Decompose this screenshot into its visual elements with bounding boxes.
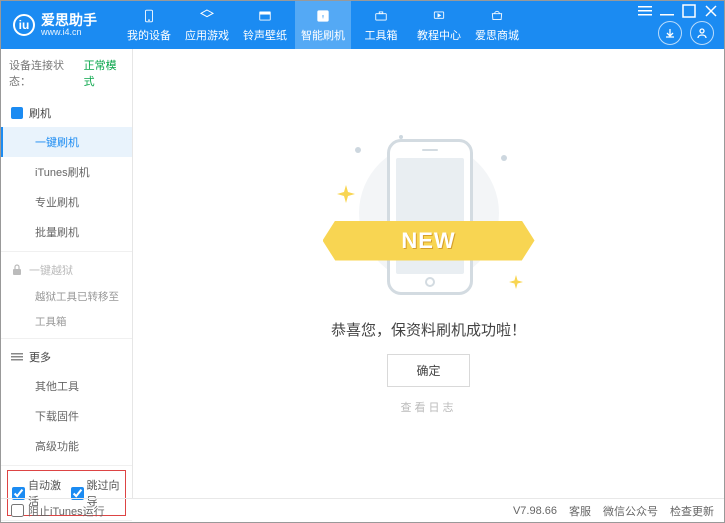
phone-icon	[140, 8, 158, 24]
top-nav: 我的设备 应用游戏 铃声壁纸 智能刷机 工具箱 教程中心	[121, 1, 525, 49]
section-title: 更多	[29, 349, 51, 365]
section-title: 一键越狱	[29, 262, 73, 278]
phone-speaker	[422, 149, 438, 151]
sidebar-item-oneclick[interactable]: 一键刷机	[1, 127, 132, 157]
more-icon	[11, 351, 23, 363]
flash-section-icon	[11, 107, 23, 119]
nav-label: 智能刷机	[301, 27, 345, 43]
nav-label: 应用游戏	[185, 27, 229, 43]
jailbreak-note-line1: 越狱工具已转移至	[1, 284, 132, 309]
lock-icon	[11, 264, 23, 276]
apps-icon	[198, 8, 216, 24]
nav-label: 爱思商城	[475, 27, 519, 43]
app-name: 爱思助手	[41, 13, 97, 27]
logo-icon: iu	[13, 14, 35, 36]
sparkle-icon	[337, 185, 355, 203]
nav-ringtones[interactable]: 铃声壁纸	[237, 1, 293, 49]
store-icon	[488, 8, 506, 24]
nav-label: 铃声壁纸	[243, 27, 287, 43]
update-link[interactable]: 检查更新	[670, 503, 714, 519]
footer-left: 阻止iTunes运行	[11, 503, 105, 519]
section-flash-header[interactable]: 刷机	[1, 99, 132, 127]
sidebar: 设备连接状态： 正常模式 刷机 一键刷机 iTunes刷机 专业刷机 批量刷机 …	[1, 49, 133, 498]
nav-label: 工具箱	[365, 27, 398, 43]
version-label: V7.98.66	[513, 505, 557, 517]
tutorial-icon	[430, 8, 448, 24]
sidebar-item-itunes[interactable]: iTunes刷机	[1, 157, 132, 187]
phone-body	[387, 139, 473, 295]
sparkle-icon	[509, 275, 523, 289]
jailbreak-note-line2: 工具箱	[1, 309, 132, 334]
flash-icon	[314, 8, 332, 24]
checkbox-label: 阻止iTunes运行	[28, 503, 105, 519]
connection-status: 设备连接状态： 正常模式	[1, 49, 132, 95]
section-more-header[interactable]: 更多	[1, 343, 132, 371]
decor-dot	[399, 135, 403, 139]
sidebar-item-advanced[interactable]: 高级功能	[1, 431, 132, 461]
body-area: 设备连接状态： 正常模式 刷机 一键刷机 iTunes刷机 专业刷机 批量刷机 …	[1, 49, 724, 498]
decor-dot	[501, 155, 507, 161]
toolbox-icon	[372, 8, 390, 24]
sidebar-item-batch[interactable]: 批量刷机	[1, 217, 132, 247]
support-link[interactable]: 客服	[569, 503, 591, 519]
new-banner: NEW	[323, 221, 535, 261]
sidebar-item-download-fw[interactable]: 下载固件	[1, 401, 132, 431]
section-jailbreak-header[interactable]: 一键越狱	[1, 256, 132, 284]
nav-my-device[interactable]: 我的设备	[121, 1, 177, 49]
menu-icon[interactable]	[638, 4, 652, 18]
app-window: iu 爱思助手 www.i4.cn 我的设备 应用游戏 铃声壁纸 智能刷机	[0, 0, 725, 523]
nav-apps-games[interactable]: 应用游戏	[179, 1, 235, 49]
sidebar-item-other[interactable]: 其他工具	[1, 371, 132, 401]
wechat-link[interactable]: 微信公众号	[603, 503, 658, 519]
phone-illustration: NEW	[339, 133, 519, 303]
nav-tutorials[interactable]: 教程中心	[411, 1, 467, 49]
ok-button[interactable]: 确定	[387, 354, 469, 387]
status-bar: 阻止iTunes运行 V7.98.66 客服 微信公众号 检查更新	[1, 498, 724, 522]
sidebar-item-pro[interactable]: 专业刷机	[1, 187, 132, 217]
download-button[interactable]	[658, 21, 682, 45]
wallpaper-icon	[256, 8, 274, 24]
user-button[interactable]	[690, 21, 714, 45]
section-flash: 刷机 一键刷机 iTunes刷机 专业刷机 批量刷机	[1, 95, 132, 252]
decor-dot	[355, 147, 361, 153]
section-jailbreak: 一键越狱 越狱工具已转移至 工具箱	[1, 252, 132, 339]
section-more: 更多 其他工具 下载固件 高级功能	[1, 339, 132, 466]
checkbox-stop-itunes[interactable]: 阻止iTunes运行	[11, 503, 105, 519]
view-log-link[interactable]: 查看日志	[401, 399, 457, 415]
right-circles	[658, 7, 714, 45]
title-bar: iu 爱思助手 www.i4.cn 我的设备 应用游戏 铃声壁纸 智能刷机	[1, 1, 724, 49]
status-label: 设备连接状态：	[9, 57, 80, 89]
nav-store[interactable]: 爱思商城	[469, 1, 525, 49]
nav-label: 我的设备	[127, 27, 171, 43]
status-mode: 正常模式	[84, 57, 124, 89]
nav-smart-flash[interactable]: 智能刷机	[295, 1, 351, 49]
phone-home-button	[425, 277, 435, 287]
footer-right: V7.98.66 客服 微信公众号 检查更新	[513, 503, 714, 519]
section-title: 刷机	[29, 105, 51, 121]
nav-toolbox[interactable]: 工具箱	[353, 1, 409, 49]
logo: iu 爱思助手 www.i4.cn	[13, 13, 97, 38]
logo-text: 爱思助手 www.i4.cn	[41, 13, 97, 38]
nav-label: 教程中心	[417, 27, 461, 43]
checkbox-input[interactable]	[11, 504, 24, 517]
congrats-text: 恭喜您，保资料刷机成功啦！	[331, 319, 526, 340]
app-domain: www.i4.cn	[41, 27, 97, 38]
main-content: NEW 恭喜您，保资料刷机成功啦！ 确定 查看日志	[133, 49, 724, 498]
